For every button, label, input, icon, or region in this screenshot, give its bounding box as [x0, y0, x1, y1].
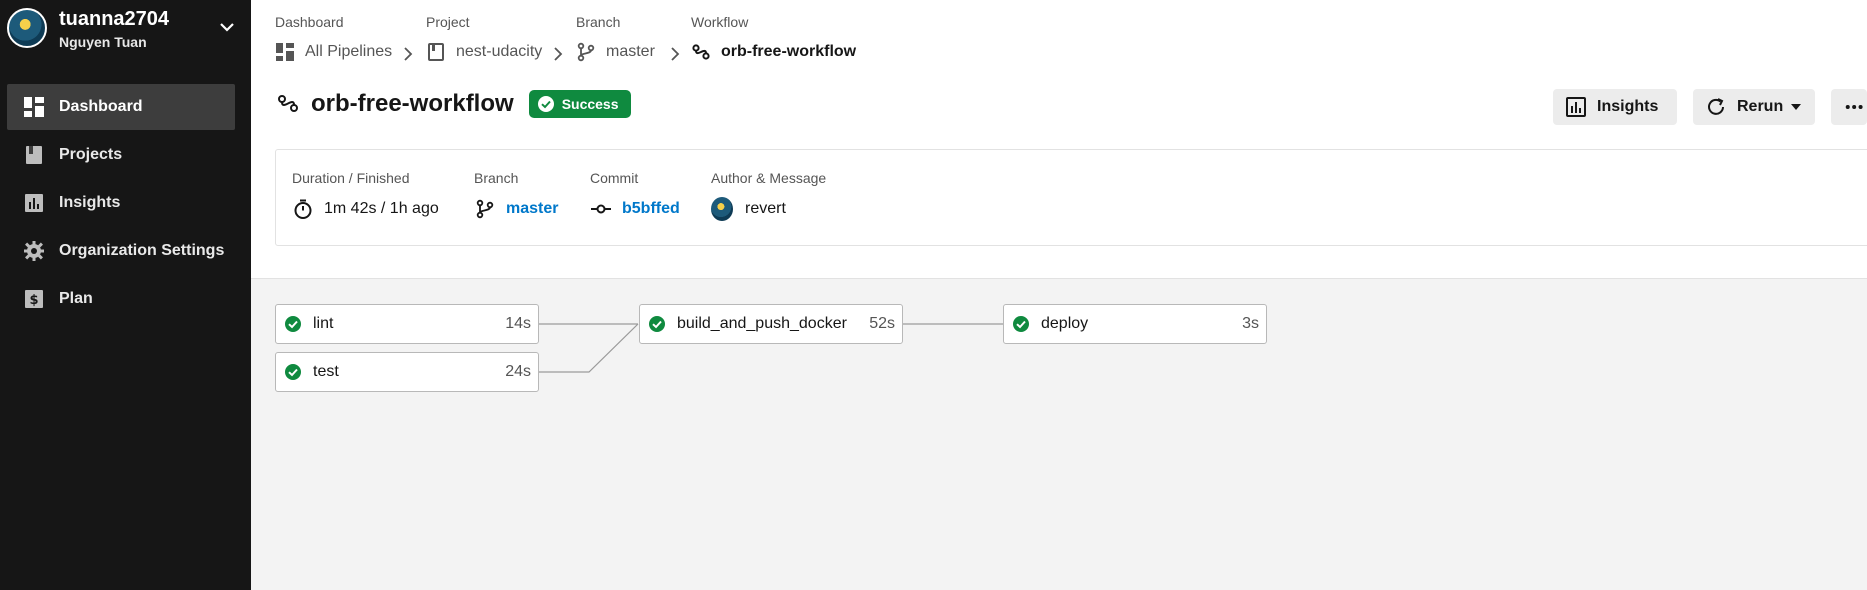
status-badge: Success — [528, 90, 631, 118]
org-switcher[interactable]: tuanna2704 Nguyen Tuan — [0, 0, 251, 58]
breadcrumb-label-workflow: Workflow — [691, 14, 749, 30]
breadcrumb-text: master — [606, 43, 655, 60]
sidebar-item-dashboard[interactable]: Dashboard — [7, 84, 235, 130]
job-name: test — [313, 363, 339, 380]
breadcrumb-text: All Pipelines — [305, 43, 393, 60]
org-user-name: Nguyen Tuan — [59, 34, 147, 50]
commit-message: revert — [745, 200, 786, 217]
refresh-icon — [1708, 98, 1724, 115]
job-duration: 52s — [869, 315, 895, 332]
dollar-icon: $ — [23, 288, 45, 310]
breadcrumb-label-branch: Branch — [576, 14, 621, 30]
commit-link[interactable]: b5bffed — [622, 200, 680, 218]
job-deploy[interactable]: deploy 3s — [1003, 304, 1267, 344]
workflow-icon — [278, 95, 298, 112]
breadcrumb-workflow: orb-free-workflow — [691, 42, 856, 62]
duration-field: Duration / Finished 1m 42s / 1h ago — [292, 170, 439, 220]
author-label: Author & Message — [711, 170, 827, 186]
org-avatar — [7, 8, 47, 48]
sidebar: tuanna2704 Nguyen Tuan Dashboard Project… — [0, 0, 251, 590]
sidebar-item-organization-settings[interactable]: Organization Settings — [7, 228, 235, 274]
job-duration: 14s — [505, 315, 531, 332]
check-circle-icon — [285, 316, 301, 332]
check-circle-icon — [1013, 316, 1029, 332]
job-duration: 3s — [1242, 315, 1259, 332]
avatar — [711, 197, 733, 221]
rerun-button[interactable]: Rerun — [1693, 89, 1815, 125]
check-circle-icon — [285, 364, 301, 380]
status-text: Success — [561, 96, 619, 112]
dashboard-icon — [275, 42, 295, 62]
org-name: tuanna2704 — [59, 8, 170, 30]
job-build-and-push-docker[interactable]: build_and_push_docker 52s — [639, 304, 903, 344]
caret-down-icon — [1791, 104, 1802, 110]
insights-icon — [23, 192, 45, 214]
breadcrumb-project[interactable]: nest-udacity — [426, 42, 542, 62]
breadcrumb-label-dashboard: Dashboard — [275, 14, 344, 30]
job-name: lint — [313, 315, 334, 332]
chevron-right-icon — [404, 47, 413, 61]
sidebar-item-label: Organization Settings — [59, 242, 225, 259]
job-name: deploy — [1041, 315, 1089, 332]
workflow-icon — [691, 42, 711, 62]
page-title: orb-free-workflow — [311, 90, 514, 117]
commit-field: Commit b5bffed — [590, 170, 680, 220]
check-circle-icon — [537, 96, 554, 112]
sidebar-item-label: Dashboard — [59, 98, 143, 115]
timer-icon — [292, 198, 314, 220]
sidebar-item-projects[interactable]: Projects — [7, 132, 235, 178]
sidebar-item-plan[interactable]: $ Plan — [7, 276, 235, 322]
breadcrumb-all-pipelines[interactable]: All Pipelines — [275, 42, 392, 62]
duration-value: 1m 42s / 1h ago — [324, 200, 439, 217]
job-test[interactable]: test 24s — [275, 352, 539, 392]
breadcrumb-text: orb-free-workflow — [721, 43, 857, 60]
more-options-button[interactable] — [1831, 89, 1867, 125]
branch-link[interactable]: master — [506, 200, 558, 218]
job-duration: 24s — [505, 363, 531, 380]
chevron-right-icon — [671, 47, 680, 61]
ellipsis-icon — [1845, 104, 1863, 110]
commit-label: Commit — [590, 170, 639, 186]
sidebar-item-label: Plan — [59, 290, 93, 307]
insights-button[interactable]: Insights — [1553, 89, 1677, 125]
gear-icon — [23, 240, 45, 262]
duration-label: Duration / Finished — [292, 170, 410, 186]
branch-label: Branch — [474, 170, 519, 186]
breadcrumb-branch[interactable]: master — [576, 42, 655, 62]
sidebar-item-label: Insights — [59, 194, 121, 211]
chevron-down-icon[interactable] — [218, 18, 236, 36]
workflow-header: orb-free-workflow Success — [277, 90, 631, 118]
commit-icon — [590, 198, 612, 220]
workflow-graph: lint 14s test 24s build_and_push_docker … — [251, 278, 1867, 590]
author-field: Author & Message revert — [711, 170, 827, 221]
job-name: build_and_push_docker — [677, 315, 847, 332]
sidebar-item-label: Projects — [59, 146, 123, 163]
dashboard-icon — [23, 96, 45, 118]
breadcrumb-text: nest-udacity — [456, 43, 543, 60]
insights-button-label: Insights — [1597, 98, 1659, 115]
projects-icon — [426, 42, 446, 62]
rerun-button-label: Rerun — [1737, 98, 1784, 115]
branch-icon — [576, 42, 596, 62]
sidebar-item-insights[interactable]: Insights — [7, 180, 235, 226]
branch-field: Branch master — [474, 170, 558, 220]
insights-icon — [1566, 97, 1586, 117]
svg-text:$: $ — [29, 293, 38, 308]
workflow-details-card: Duration / Finished 1m 42s / 1h ago Bran… — [275, 149, 1867, 246]
chevron-right-icon — [554, 47, 563, 61]
check-circle-icon — [649, 316, 665, 332]
breadcrumb-label-project: Project — [426, 14, 470, 30]
main-content: Dashboard Project Branch Workflow All Pi… — [251, 0, 1867, 590]
job-lint[interactable]: lint 14s — [275, 304, 539, 344]
branch-icon — [474, 198, 496, 220]
projects-icon — [23, 144, 45, 166]
